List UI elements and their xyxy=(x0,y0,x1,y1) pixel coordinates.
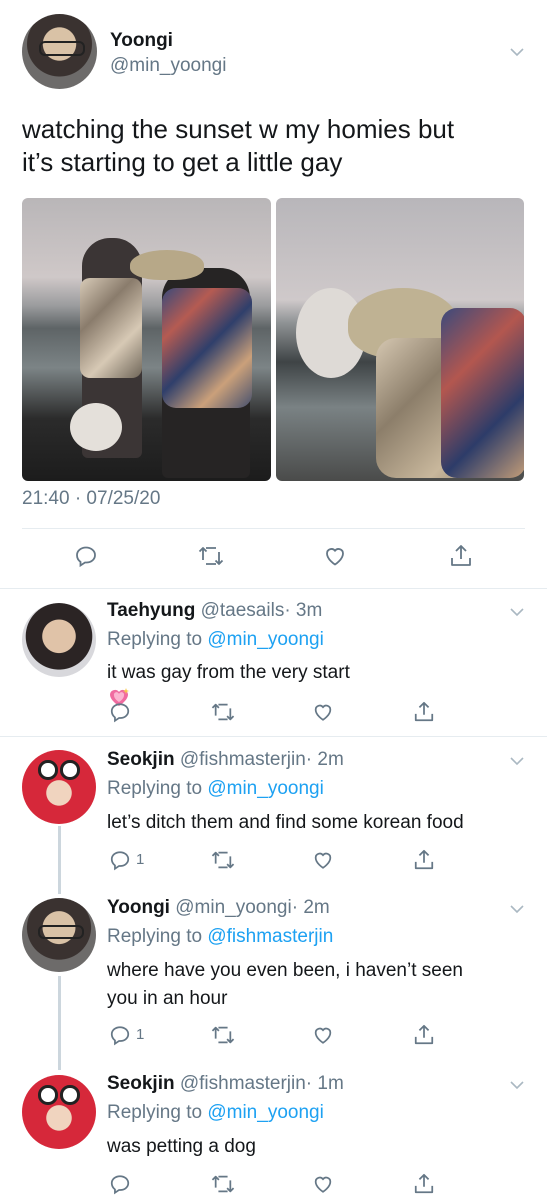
reply-header: Yoongi @min_yoongi· 2m xyxy=(107,897,330,919)
chevron-down-icon[interactable] xyxy=(509,1077,525,1093)
share-icon[interactable] xyxy=(411,1171,437,1197)
replying-to: Replying to @min_yoongi xyxy=(107,629,324,651)
author-name[interactable]: Seokjin xyxy=(107,749,175,770)
replying-label: Replying to xyxy=(107,778,203,799)
chevron-down-icon[interactable] xyxy=(509,753,525,769)
replying-to: Replying to @fishmasterjin xyxy=(107,926,333,948)
divider xyxy=(0,736,547,737)
author-handle[interactable]: @min_yoongi xyxy=(110,55,226,77)
thread-line xyxy=(58,976,61,1070)
avatar[interactable] xyxy=(22,750,96,824)
avatar[interactable] xyxy=(22,1075,96,1149)
reply-text: where have you even been, i haven’t seen… xyxy=(107,957,527,1013)
reply-text: was petting a dog xyxy=(107,1133,527,1161)
reply-time: · 2m xyxy=(305,749,344,770)
author-handle[interactable]: @taesails xyxy=(201,600,285,621)
author-handle[interactable]: @min_yoongi xyxy=(175,897,291,918)
main-tweet: Yoongi @min_yoongi watching the sunset w… xyxy=(0,0,547,588)
reply-header: Seokjin @fishmasterjin· 2m xyxy=(107,749,344,771)
tweet-photo[interactable] xyxy=(22,198,271,481)
reply-icon[interactable] xyxy=(107,1022,133,1048)
retweet-icon[interactable] xyxy=(210,699,236,725)
reply-text-line: let’s ditch them and find some korean fo… xyxy=(107,812,464,833)
reply-count: 1 xyxy=(136,851,145,868)
reply-icon[interactable] xyxy=(73,543,99,569)
reply-text-line: you in an hour xyxy=(107,988,228,1009)
photo-figure xyxy=(441,308,524,478)
tweet-timestamp: 21:40 · 07/25/20 xyxy=(22,488,161,509)
thread-line xyxy=(58,826,61,894)
reply-time: · 3m xyxy=(284,600,323,621)
chevron-down-icon[interactable] xyxy=(509,604,525,620)
reply-header: Seokjin @fishmasterjin· 1m xyxy=(107,1073,344,1095)
author-name[interactable]: Yoongi xyxy=(110,30,173,52)
author-name[interactable]: Yoongi xyxy=(107,897,170,918)
tweet-text-line: watching the sunset w my homies but xyxy=(22,114,455,144)
reply-time: · 2m xyxy=(291,897,330,918)
reply-header: Taehyung @taesails· 3m xyxy=(107,600,322,622)
author-handle[interactable]: @fishmasterjin xyxy=(180,749,306,770)
author-name[interactable]: Taehyung xyxy=(107,600,195,621)
photo-figure xyxy=(80,278,142,378)
mention-link[interactable]: @fishmasterjin xyxy=(207,926,333,947)
replying-to: Replying to @min_yoongi xyxy=(107,778,324,800)
reply-text-content: it was gay from the very start xyxy=(107,662,350,683)
author-handle[interactable]: @fishmasterjin xyxy=(180,1073,306,1094)
author-name[interactable]: Seokjin xyxy=(107,1073,175,1094)
photo-figure xyxy=(162,288,252,408)
reply-count: 1 xyxy=(136,1026,145,1043)
tweet-photo[interactable] xyxy=(276,198,524,481)
avatar[interactable] xyxy=(22,898,96,972)
avatar[interactable] xyxy=(22,14,97,89)
divider xyxy=(0,588,547,589)
retweet-icon[interactable] xyxy=(198,543,224,569)
avatar[interactable] xyxy=(22,603,96,677)
replying-label: Replying to xyxy=(107,1102,203,1123)
share-icon[interactable] xyxy=(448,543,474,569)
reply-time: · 1m xyxy=(305,1073,344,1094)
mention-link[interactable]: @min_yoongi xyxy=(207,778,323,799)
reply-icon[interactable] xyxy=(107,847,133,873)
photo-hat xyxy=(130,250,204,280)
tweet-text: watching the sunset w my homies but it’s… xyxy=(22,113,527,180)
photo-hat xyxy=(70,403,122,451)
replying-label: Replying to xyxy=(107,926,203,947)
reply-text: let’s ditch them and find some korean fo… xyxy=(107,809,527,837)
heart-icon[interactable] xyxy=(310,699,336,725)
heart-icon[interactable] xyxy=(310,1171,336,1197)
divider xyxy=(22,528,525,529)
heart-icon[interactable] xyxy=(322,543,348,569)
heart-icon[interactable] xyxy=(310,1022,336,1048)
chevron-down-icon[interactable] xyxy=(509,44,525,60)
tweet-text-line: it’s starting to get a little gay xyxy=(22,147,343,178)
chevron-down-icon[interactable] xyxy=(509,901,525,917)
reply-text-line: where have you even been, i haven’t seen xyxy=(107,960,463,981)
replying-label: Replying to xyxy=(107,629,203,650)
share-icon[interactable] xyxy=(411,847,437,873)
share-icon[interactable] xyxy=(411,1022,437,1048)
reply-icon[interactable] xyxy=(107,699,133,725)
mention-link[interactable]: @min_yoongi xyxy=(207,1102,323,1123)
retweet-icon[interactable] xyxy=(210,1171,236,1197)
replying-to: Replying to @min_yoongi xyxy=(107,1102,324,1124)
retweet-icon[interactable] xyxy=(210,847,236,873)
heart-icon[interactable] xyxy=(310,847,336,873)
mention-link[interactable]: @min_yoongi xyxy=(207,629,323,650)
retweet-icon[interactable] xyxy=(210,1022,236,1048)
share-icon[interactable] xyxy=(411,699,437,725)
reply-text-line: was petting a dog xyxy=(107,1136,256,1157)
reply-icon[interactable] xyxy=(107,1171,133,1197)
